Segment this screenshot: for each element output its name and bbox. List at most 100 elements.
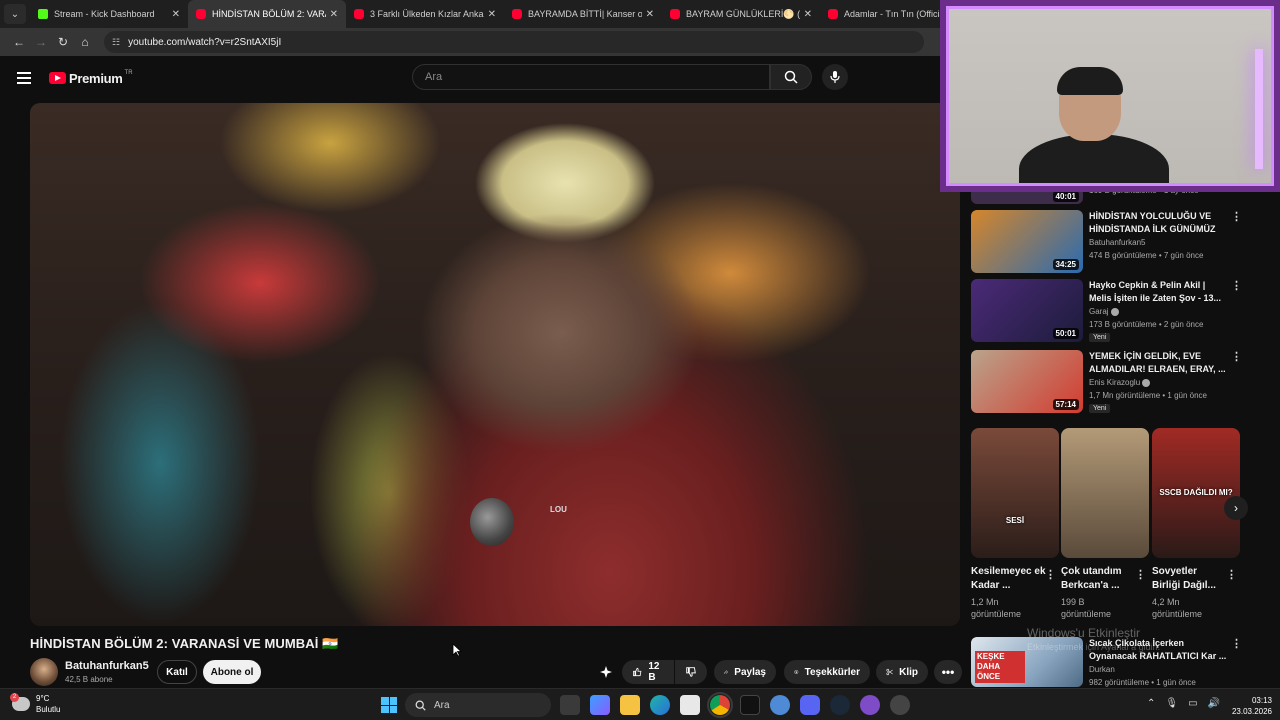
channel-name[interactable]: Enis Kirazoglu	[1089, 378, 1151, 387]
browser-tab[interactable]: HİNDİSTAN BÖLÜM 2: VARANASİ ✕	[188, 0, 346, 28]
back-icon[interactable]: ←	[8, 35, 30, 49]
short-title[interactable]: Çok utandım Berkcan'a ...	[1061, 565, 1137, 593]
tab-search-button[interactable]: ⌄	[4, 4, 26, 24]
country-code: TR	[124, 70, 133, 76]
browser-tab[interactable]: BAYRAMDA BİTTİ| Kanser oldum ✕	[504, 0, 662, 28]
share-button[interactable]: Paylaş	[714, 660, 776, 684]
more-options-icon[interactable]: ⋮	[1135, 568, 1146, 581]
chrome-icon[interactable]	[707, 692, 733, 718]
channel-name-text: Enis Kirazoglu	[1089, 378, 1141, 387]
ask-ai-button[interactable]	[592, 660, 620, 684]
short-title[interactable]: Kesilemeyec ek Kadar ...	[971, 565, 1047, 593]
microphone-icon[interactable]: 🎙	[1165, 698, 1178, 709]
more-actions-button[interactable]: •••	[934, 660, 962, 684]
search-input[interactable]: Ara	[412, 64, 770, 90]
browser-tab[interactable]: 3 Farklı Ülkeden Kızlar Ankara'da ✕	[346, 0, 504, 28]
system-clock[interactable]: 03:13 23.03.2026	[1232, 695, 1272, 717]
clip-button[interactable]: Klip	[876, 660, 928, 684]
more-options-icon[interactable]: ⋮	[1231, 210, 1242, 223]
more-icon: •••	[941, 665, 955, 679]
video-title[interactable]: YEMEK İÇİN GELDİK, EVE ALMADILAR! ELRAEN…	[1089, 350, 1229, 376]
taskbar-search[interactable]: Ara	[405, 693, 551, 717]
obs-icon[interactable]	[860, 695, 880, 715]
channel-name[interactable]: Durkan	[1089, 665, 1115, 674]
channel-name[interactable]: Batuhanfurkan5	[65, 660, 149, 672]
search-button[interactable]	[770, 64, 812, 90]
reload-icon[interactable]: ↻	[52, 35, 74, 49]
video-title[interactable]: Hayko Cepkin & Pelin Akil | Melis İşiten…	[1089, 279, 1229, 305]
thumbnail-text: KEŞKE DAHA ÖNCE	[975, 651, 1025, 683]
display-icon[interactable]: ▭	[1188, 698, 1197, 709]
weather-widget[interactable]: 2 9°C Bulutlu	[10, 693, 60, 715]
shorts-next-button[interactable]: ›	[1224, 496, 1248, 520]
steam-icon[interactable]	[830, 695, 850, 715]
short-item[interactable]: SESİ Kesilemeyec ek Kadar ... 1,2 Mn görün…	[971, 428, 1059, 620]
video-duration: 57:14	[1052, 399, 1079, 410]
short-thumbnail[interactable]: SSCB DAĞILDI MI?	[1152, 428, 1240, 558]
subscribe-button[interactable]: Abone ol	[203, 660, 261, 684]
channel-name[interactable]: Batuhanfurkan5	[1089, 238, 1146, 247]
recommendation-item[interactable]: 57:14 YEMEK İÇİN GELDİK, EVE ALMADILAR! E…	[971, 350, 1242, 414]
discord-icon[interactable]	[800, 695, 820, 715]
tab-title: BAYRAMDA BİTTİ| Kanser oldum	[528, 9, 642, 19]
site-info-icon[interactable]: ☷	[112, 37, 120, 48]
app-icon[interactable]	[890, 695, 910, 715]
share-label: Paylaş	[734, 666, 766, 678]
video-thumbnail[interactable]: 50:01	[971, 279, 1083, 342]
verified-icon	[1142, 378, 1151, 387]
tab-title: HİNDİSTAN BÖLÜM 2: VARANASİ	[212, 9, 326, 19]
more-options-icon[interactable]: ⋮	[1226, 568, 1237, 581]
channel-actions-row: Batuhanfurkan5 42,5 B abone Katıl Abone …	[30, 658, 962, 686]
chevron-up-icon[interactable]: ⌃	[1147, 698, 1155, 709]
thanks-button[interactable]: $ Teşekkürler	[784, 660, 870, 684]
join-button[interactable]: Katıl	[157, 660, 197, 684]
more-options-icon[interactable]: ⋮	[1045, 568, 1056, 581]
recommendation-item[interactable]: 34:25 HİNDİSTAN YOLCULUĞU VE HİNDİSTANDA …	[971, 210, 1242, 274]
close-icon[interactable]: ✕	[488, 9, 496, 20]
video-player[interactable]: LOU	[30, 103, 960, 626]
settings-icon[interactable]	[770, 695, 790, 715]
more-options-icon[interactable]: ⋮	[1231, 279, 1242, 292]
channel-avatar[interactable]	[30, 658, 58, 686]
browser-tab[interactable]: BAYRAM GÜNLÜKLERİ🌕 (go k ✕	[662, 0, 820, 28]
recommendation-item[interactable]: 50:01 Hayko Cepkin & Pelin Akil | Melis İ…	[971, 279, 1242, 343]
short-item[interactable]: SSCB DAĞILDI MI? Sovyetler Birliği Dağıl.…	[1152, 428, 1240, 620]
volume-icon[interactable]: 🔊	[1208, 698, 1220, 709]
short-views: 4,2 Mn görüntüleme	[1152, 597, 1203, 619]
short-title[interactable]: Sovyetler Birliği Dağıl...	[1152, 565, 1228, 593]
voice-search-button[interactable]	[822, 64, 848, 90]
close-icon[interactable]: ✕	[646, 9, 654, 20]
widgets-icon[interactable]	[590, 695, 610, 715]
home-icon[interactable]: ⌂	[74, 35, 96, 49]
channel-name[interactable]: Garaj	[1089, 307, 1119, 316]
short-thumbnail[interactable]	[1061, 428, 1149, 558]
capcut-icon[interactable]	[740, 695, 760, 715]
video-title: HİNDİSTAN BÖLÜM 2: VARANASİ VE MUMBAİ 🇮🇳	[30, 636, 339, 651]
clock-date: 23.03.2026	[1231, 707, 1272, 716]
menu-icon[interactable]	[17, 72, 31, 84]
video-title[interactable]: HİNDİSTAN YOLCULUĞU VE HİNDİSTANDA İLK G…	[1089, 210, 1229, 236]
forward-icon[interactable]: →	[30, 35, 52, 49]
like-button[interactable]: 12 B	[622, 660, 674, 684]
browser-tab[interactable]: Stream - Kick Dashboard ✕	[30, 0, 188, 28]
youtube-logo[interactable]: Premium TR	[49, 70, 133, 86]
task-view-icon[interactable]	[560, 695, 580, 715]
store-icon[interactable]	[680, 695, 700, 715]
file-explorer-icon[interactable]	[620, 695, 640, 715]
close-icon[interactable]: ✕	[172, 9, 180, 20]
youtube-favicon-icon	[354, 9, 364, 19]
microphone-icon	[830, 71, 840, 83]
short-item[interactable]: Çok utandım Berkcan'a ... 199 B görüntüle…	[1061, 428, 1149, 620]
more-options-icon[interactable]: ⋮	[1231, 637, 1242, 650]
close-icon[interactable]: ✕	[804, 9, 812, 20]
more-options-icon[interactable]: ⋮	[1231, 350, 1242, 363]
short-thumbnail[interactable]: SESİ	[971, 428, 1059, 558]
video-thumbnail[interactable]: 34:25	[971, 210, 1083, 273]
start-button[interactable]	[381, 697, 397, 713]
close-icon[interactable]: ✕	[330, 9, 338, 20]
dislike-button[interactable]	[675, 660, 707, 684]
url-field[interactable]: ☷ youtube.com/watch?v=r2SntAXI5jI	[104, 31, 924, 53]
video-thumbnail[interactable]: 57:14	[971, 350, 1083, 413]
clip-label: Klip	[899, 666, 918, 678]
edge-icon[interactable]	[650, 695, 670, 715]
